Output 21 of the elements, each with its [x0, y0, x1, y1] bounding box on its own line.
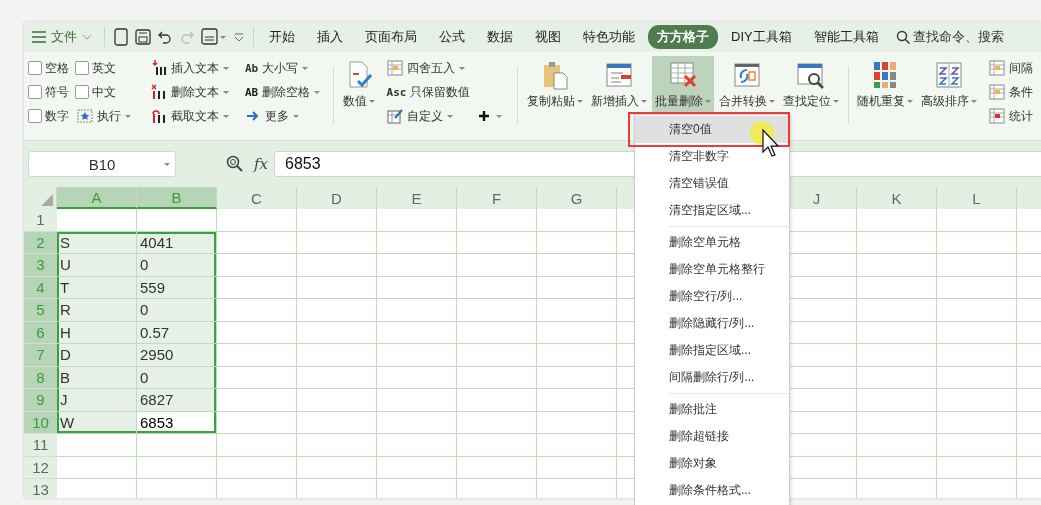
table-cell: J — [57, 389, 137, 412]
table-cell: R — [57, 299, 137, 322]
table-cell: S — [57, 231, 137, 254]
text-icon: AB — [245, 85, 259, 99]
table-cell: 2950 — [137, 344, 217, 367]
table-cell: U — [57, 254, 137, 277]
table-cell: 0 — [137, 366, 217, 389]
table-cell: 0 — [137, 254, 217, 277]
table-cell: 559 — [137, 276, 217, 299]
table-cell: H — [57, 321, 137, 344]
text-icon: Asc — [386, 85, 407, 99]
table-cell: 4041 — [137, 231, 217, 254]
table-cell: 6853 — [137, 411, 217, 434]
table-cell: 0.57 — [137, 321, 217, 344]
table-cell: 6827 — [137, 389, 217, 412]
table-cell: D — [57, 344, 137, 367]
table-cell: T — [57, 276, 137, 299]
table-cell: 0 — [137, 299, 217, 322]
table-cell: B — [57, 366, 137, 389]
table-cell: W — [57, 411, 137, 434]
text-icon: Ab — [245, 61, 259, 75]
